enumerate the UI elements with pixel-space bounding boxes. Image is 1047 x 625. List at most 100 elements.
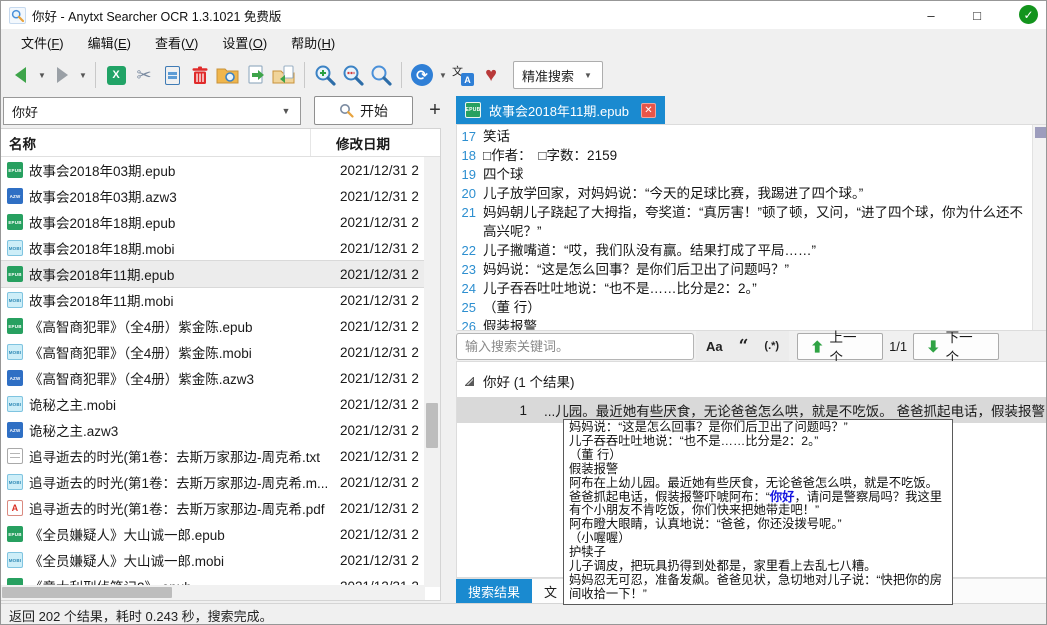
file-row[interactable]: MOBI追寻逝去的时光(第1卷：去斯万家那边-周克希.m...2021/12/3… — [1, 469, 425, 495]
document-tab[interactable]: EPUB 故事会2018年11期.epub ✕ — [456, 96, 665, 124]
menu-item[interactable]: 帮助(H) — [279, 29, 347, 56]
epub-file-icon: EPUB — [7, 266, 23, 282]
column-header-name[interactable]: 名称 — [1, 129, 311, 156]
next-match-button[interactable]: 下一个 — [913, 333, 999, 360]
file-name: 追寻逝去的时光(第1卷：去斯万家那边-周克希.pdf — [29, 498, 333, 518]
file-modified-date: 2021/12/31 2 — [333, 215, 419, 230]
delete-icon[interactable] — [187, 60, 213, 90]
file-name: 《高智商犯罪》（全4册）紫金陈.epub — [29, 316, 333, 336]
document-line: 19四个球 — [457, 165, 1032, 184]
file-row[interactable]: A追寻逝去的时光(第1卷：去斯万家那边-周克希.pdf2021/12/31 2 — [1, 495, 425, 521]
cut-icon[interactable]: ✂ — [131, 60, 157, 90]
file-row[interactable]: EPUB故事会2018年11期.epub2021/12/31 2 — [1, 261, 425, 287]
file-row[interactable]: EPUB故事会2018年18期.epub2021/12/31 2 — [1, 209, 425, 235]
line-text: 妈妈说：“这是怎么回事？是你们后卫出了问题吗？” — [483, 260, 1032, 279]
refresh-icon[interactable]: ⟳ — [409, 60, 435, 90]
tab-search-results[interactable]: 搜索结果 — [456, 579, 532, 603]
refresh-dropdown-icon[interactable]: ▼ — [437, 71, 449, 80]
open-folder-icon[interactable] — [215, 60, 241, 90]
line-text: 妈妈朝儿子跷起了大拇指，夸奖道：“真厉害！”顿了顿，又问，“进了四个球，你为什么… — [483, 203, 1032, 241]
forward-icon[interactable] — [49, 60, 75, 90]
search-mode-select[interactable]: 精准搜索 ▼ — [513, 61, 603, 89]
minimize-button[interactable]: – — [908, 1, 954, 29]
file-name: 《高智商犯罪》（全4册）紫金陈.azw3 — [29, 368, 333, 388]
line-text: 四个球 — [483, 165, 1032, 184]
file-row[interactable]: AZW《高智商犯罪》（全4册）紫金陈.azw32021/12/31 2 — [1, 365, 425, 391]
title-bar: 你好 - Anytxt Searcher OCR 1.3.1021 免费版 – … — [1, 1, 1046, 29]
file-row[interactable]: 追寻逝去的时光(第1卷：去斯万家那边-周克希.txt2021/12/31 2 — [1, 443, 425, 469]
search-icon[interactable] — [368, 60, 394, 90]
arrow-up-icon — [812, 340, 822, 353]
file-row[interactable]: MOBI故事会2018年18期.mobi2021/12/31 2 — [1, 235, 425, 261]
file-modified-date: 2021/12/31 2 — [333, 397, 419, 412]
start-search-button[interactable]: 开始 — [314, 96, 413, 125]
file-row[interactable]: MOBI故事会2018年11期.mobi2021/12/31 2 — [1, 287, 425, 313]
donate-heart-icon[interactable]: ♥ — [478, 60, 504, 90]
file-row[interactable]: MOBI《高智商犯罪》（全4册）紫金陈.mobi2021/12/31 2 — [1, 339, 425, 365]
mobi-file-icon: MOBI — [7, 240, 23, 256]
scrollbar-thumb[interactable] — [2, 587, 172, 598]
window-title: 你好 - Anytxt Searcher OCR 1.3.1021 免费版 — [32, 6, 281, 25]
copy-document-icon[interactable] — [159, 60, 185, 90]
previous-match-button[interactable]: 上一个 — [797, 333, 883, 360]
tooltip-line: 爸爸抓起电话，假装报警吓唬阿布：“你好，请问是警察局吗？我这里有个小朋友不肯吃饭… — [569, 491, 947, 519]
tab-close-icon[interactable]: ✕ — [641, 103, 656, 118]
scrollbar-thumb[interactable] — [426, 403, 438, 448]
search-query-combobox[interactable]: 你好 ▼ — [3, 97, 301, 125]
menu-item[interactable]: 设置(O) — [210, 29, 279, 56]
scrollbar-thumb[interactable] — [1035, 127, 1046, 138]
menu-item[interactable]: 文件(F) — [9, 29, 76, 56]
match-quote-button[interactable]: “ — [739, 341, 749, 351]
file-row[interactable]: AZW故事会2018年03期.azw32021/12/31 2 — [1, 183, 425, 209]
file-row[interactable]: MOBI《全员嫌疑人》大山诚一郎.mobi2021/12/31 2 — [1, 547, 425, 573]
column-header-date[interactable]: 修改日期 — [311, 133, 390, 153]
file-list-horizontal-scrollbar[interactable] — [1, 585, 425, 600]
zoom-in-icon[interactable] — [312, 60, 338, 90]
back-dropdown-icon[interactable]: ▼ — [36, 71, 48, 80]
tooltip-line: 妈妈说：“这是怎么回事？是你们后卫出了问题吗？” — [569, 421, 947, 435]
line-number: 26 — [457, 317, 483, 331]
file-modified-date: 2021/12/31 2 — [333, 423, 419, 438]
add-search-tab-button[interactable]: + — [421, 96, 449, 125]
document-line: 24儿子吞吞吐吐地说：“也不是……比分是2：2。” — [457, 279, 1032, 298]
toolbar-separator — [95, 62, 96, 88]
document-preview-panel[interactable]: 17笑话18□作者： □字数：215919四个球20儿子放学回家，对妈妈说：“今… — [456, 124, 1047, 331]
export-document-icon[interactable] — [243, 60, 269, 90]
maximize-button[interactable]: □ — [954, 1, 1000, 29]
file-list-header: 名称 修改日期 — [1, 129, 440, 157]
import-folder-icon[interactable] — [271, 60, 297, 90]
file-row[interactable]: EPUB《全员嫌疑人》大山诚一郎.epub2021/12/31 2 — [1, 521, 425, 547]
menu-item[interactable]: 编辑(E) — [76, 29, 143, 56]
file-name: 《全员嫌疑人》大山诚一郎.mobi — [29, 550, 333, 570]
regex-button[interactable]: (.*) — [764, 340, 779, 352]
file-modified-date: 2021/12/31 2 — [333, 293, 419, 308]
file-row[interactable]: EPUB《高智商犯罪》（全4册）紫金陈.epub2021/12/31 2 — [1, 313, 425, 339]
file-modified-date: 2021/12/31 2 — [333, 501, 419, 516]
match-counter: 1/1 — [883, 339, 913, 354]
match-case-button[interactable]: Aa — [706, 339, 723, 354]
epub-file-icon: EPUB — [7, 318, 23, 334]
file-modified-date: 2021/12/31 2 — [333, 553, 419, 568]
find-keyword-input[interactable] — [456, 333, 694, 360]
tooltip-line: 假装报警 — [569, 463, 947, 477]
export-excel-icon[interactable]: X — [103, 60, 129, 90]
document-line: 21妈妈朝儿子跷起了大拇指，夸奖道：“真厉害！”顿了顿，又问，“进了四个球，你为… — [457, 203, 1032, 241]
back-icon[interactable] — [8, 60, 34, 90]
line-number: 24 — [457, 279, 483, 298]
azw3-file-icon: AZW — [7, 422, 23, 438]
translate-icon[interactable]: 文A — [450, 60, 476, 90]
file-name: 故事会2018年18期.epub — [29, 212, 333, 232]
file-row[interactable]: MOBI诡秘之主.mobi2021/12/31 2 — [1, 391, 425, 417]
file-row[interactable]: EPUB故事会2018年03期.epub2021/12/31 2 — [1, 157, 425, 183]
file-row[interactable]: AZW诡秘之主.azw32021/12/31 2 — [1, 417, 425, 443]
zoom-out-icon[interactable] — [340, 60, 366, 90]
mobi-file-icon: MOBI — [7, 396, 23, 412]
start-search-label: 开始 — [360, 101, 388, 121]
editor-vertical-scrollbar[interactable] — [1032, 125, 1047, 330]
forward-dropdown-icon[interactable]: ▼ — [77, 71, 89, 80]
file-list-panel: 名称 修改日期 EPUB故事会2018年03期.epub2021/12/31 2… — [1, 128, 441, 601]
result-group-row[interactable]: 你好 (1 个结果) — [457, 362, 1047, 397]
line-number: 22 — [457, 241, 483, 260]
menu-item[interactable]: 查看(V) — [143, 29, 210, 56]
file-list-vertical-scrollbar[interactable] — [424, 157, 440, 587]
